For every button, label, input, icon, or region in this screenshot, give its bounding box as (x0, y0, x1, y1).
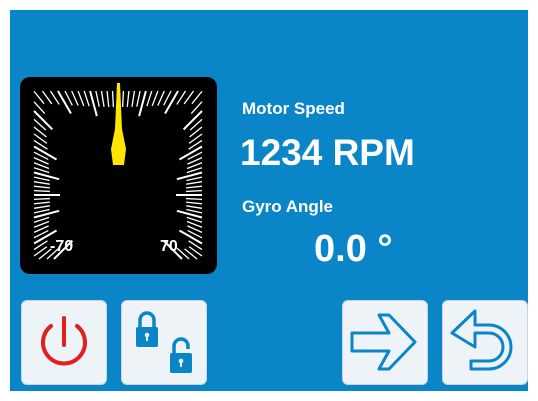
undo-icon (450, 309, 513, 371)
lock-unlock-icon (136, 311, 192, 373)
gauge-tick (164, 90, 179, 115)
gauge-tick (33, 110, 54, 131)
gauge-min-label: -70 (50, 238, 74, 255)
gauge-tick (191, 90, 203, 105)
gauge-tick (186, 167, 203, 174)
gauge-tick (176, 247, 190, 260)
gauge-tick (49, 90, 60, 105)
gauge-tick (100, 90, 105, 107)
gauge-tick (111, 90, 115, 108)
gauge-tick (33, 189, 51, 193)
motor-speed-gauge: -70 70 (20, 77, 217, 274)
gauge-tick (33, 90, 45, 105)
gauge-tick (33, 167, 50, 174)
gauge-tick (83, 90, 90, 107)
arrow-right-icon (350, 313, 417, 371)
gauge-tick (126, 90, 130, 107)
gauge-tick (77, 90, 85, 107)
gauge-tick (146, 90, 153, 107)
gauge-tick (33, 176, 50, 182)
gauge-tick (157, 90, 165, 106)
gauge-tick (121, 90, 125, 108)
gauge-tick (186, 216, 203, 223)
hmi-screen: -70 70 Motor Speed 1234 RPM Gyro Angle 0… (10, 10, 528, 391)
power-button[interactable] (21, 300, 107, 385)
gauge-max-label: 70 (160, 238, 178, 255)
gauge-tick (151, 90, 159, 107)
motor-speed-label: Motor Speed (242, 99, 345, 118)
gauge-tick (89, 90, 98, 117)
gauge-tick (186, 201, 203, 205)
gauge-tick (33, 181, 50, 185)
gauge-tick (33, 205, 50, 209)
gauge-tick (41, 90, 53, 105)
gauge-tick (186, 181, 203, 185)
gauge-tick (186, 205, 203, 209)
back-button[interactable] (442, 300, 528, 385)
gyro-angle-label: Gyro Angle (242, 197, 333, 216)
gauge-tick (95, 90, 100, 107)
gauge-tick (33, 201, 50, 205)
gauge-tick (71, 90, 79, 106)
lock-toggle-button[interactable] (121, 300, 207, 385)
gauge-tick (33, 216, 50, 223)
motor-speed-value: 1234 RPM (240, 132, 415, 173)
power-icon (41, 316, 87, 366)
gyro-angle-value: 0.0 ° (314, 228, 393, 270)
gauge-tick (186, 176, 203, 182)
gauge-tick (131, 90, 136, 107)
gauge-tick (185, 189, 203, 193)
gauge-tick (33, 197, 51, 201)
gauge-tick (176, 90, 187, 105)
gauge-tick (185, 197, 203, 201)
gauge-tick (57, 90, 72, 115)
gauge-tick (138, 90, 147, 117)
gauge-tick (186, 208, 203, 214)
gauge-tick (33, 208, 50, 214)
gauge-tick (183, 90, 195, 105)
next-button[interactable] (342, 300, 428, 385)
gauge-tick (186, 185, 203, 189)
gauge-tick (33, 185, 50, 189)
gauge-tick (182, 110, 203, 131)
gauge-tick (106, 90, 110, 107)
gauge-tick (136, 90, 141, 107)
